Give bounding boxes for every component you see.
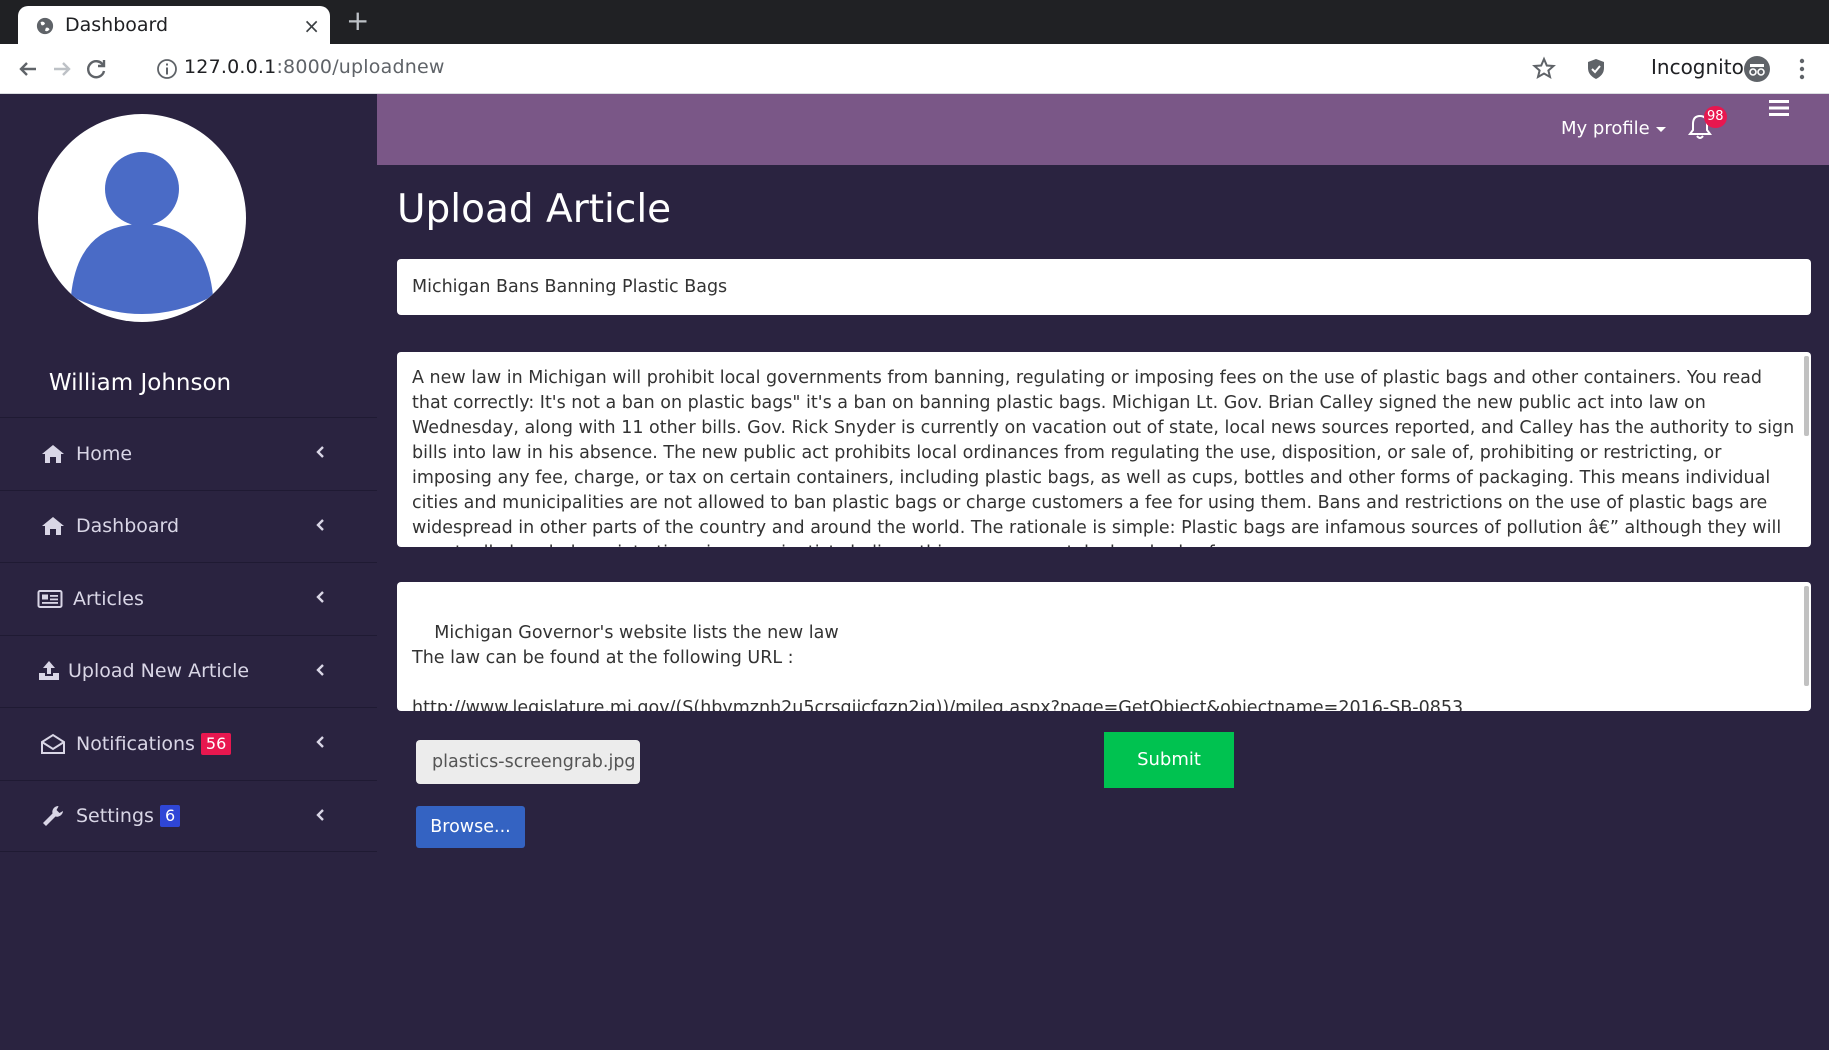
browser-tab[interactable]: Dashboard × — [18, 6, 330, 44]
sidebar-item-label: Dashboard — [76, 515, 180, 538]
reload-icon[interactable] — [82, 54, 112, 84]
chevron-left-icon — [316, 663, 324, 676]
sidebar-menu: Home Dashboard Articles Upload New Artic… — [0, 417, 377, 852]
top-navbar: My profile 98 — [377, 94, 1829, 165]
chevron-left-icon — [316, 736, 324, 748]
envelope-open-icon — [41, 733, 65, 754]
home-icon — [42, 444, 64, 463]
sidebar-item-label: Settings — [76, 804, 154, 827]
source-scrollbar[interactable] — [1804, 586, 1809, 686]
article-source-text: Michigan Governor's website lists the ne… — [412, 623, 1464, 711]
sidebar-item-label: Articles — [73, 587, 144, 610]
chevron-left-icon — [316, 446, 324, 458]
tab-close-icon[interactable]: × — [303, 14, 320, 38]
hamburger-menu-icon[interactable] — [1767, 98, 1791, 118]
browse-button[interactable]: Browse... — [416, 806, 525, 848]
article-body-text: A new law in Michigan will prohibit loca… — [412, 368, 1795, 547]
notifications-count-badge: 56 — [200, 732, 232, 755]
sidebar-item-dashboard[interactable]: Dashboard — [0, 489, 377, 563]
main-content: Upload Article A new law in Michigan wil… — [377, 165, 1829, 1050]
kebab-menu-icon[interactable] — [1787, 54, 1817, 84]
chevron-left-icon — [316, 808, 324, 821]
site-info-icon[interactable] — [156, 58, 178, 80]
username: William Johnson — [48, 370, 232, 396]
bookmark-star-icon[interactable] — [1529, 54, 1559, 84]
sidebar-item-label: Notifications — [76, 732, 195, 755]
chevron-left-icon — [316, 591, 324, 603]
sidebar-item-label: Home — [76, 442, 133, 465]
page-title: Upload Article — [397, 187, 672, 232]
chevron-left-icon — [316, 518, 324, 531]
avatar — [38, 114, 246, 322]
back-arrow-icon[interactable] — [13, 54, 43, 84]
forward-arrow-icon[interactable] — [47, 54, 77, 84]
browser-toolbar: 127.0.0.1:8000/uploadnew Incognito — [0, 44, 1829, 94]
body-scrollbar[interactable] — [1804, 356, 1809, 436]
my-profile-label: My profile — [1561, 118, 1650, 139]
settings-count-badge: 6 — [159, 804, 181, 827]
url-host: 127.0.0.1 — [184, 56, 277, 78]
selected-file-name: plastics-screengrab.jpg — [416, 740, 640, 784]
sidebar-item-articles[interactable]: Articles — [0, 562, 377, 635]
article-source-textarea[interactable]: Michigan Governor's website lists the ne… — [397, 582, 1811, 711]
url-path: :8000/uploadnew — [276, 56, 445, 78]
submit-button[interactable]: Submit — [1104, 732, 1234, 788]
sidebar-item-notifications[interactable]: Notifications 56 — [0, 707, 377, 780]
home-icon — [42, 517, 64, 536]
caret-down-icon — [1655, 126, 1666, 132]
upload-icon — [39, 661, 59, 681]
sidebar-item-home[interactable]: Home — [0, 417, 377, 490]
incognito-label: Incognito — [1651, 55, 1744, 79]
shield-extension-icon[interactable] — [1581, 54, 1611, 84]
incognito-icon[interactable] — [1742, 54, 1772, 84]
address-bar[interactable]: 127.0.0.1:8000/uploadnew — [184, 56, 445, 78]
tab-title: Dashboard — [65, 14, 169, 36]
globe-icon — [36, 17, 54, 35]
newspaper-icon — [37, 589, 63, 608]
sidebar-item-label: Upload New Article — [68, 660, 250, 683]
browser-tab-strip: Dashboard × + — [0, 0, 1829, 44]
article-body-textarea[interactable]: A new law in Michigan will prohibit loca… — [397, 352, 1811, 547]
sidebar: William Johnson Home Dashboard Articles … — [0, 94, 377, 1050]
my-profile-dropdown[interactable]: My profile — [1561, 118, 1666, 139]
notification-count-badge: 98 — [1704, 106, 1727, 128]
wrench-icon — [43, 805, 63, 826]
new-tab-button[interactable]: + — [346, 6, 369, 36]
sidebar-item-settings[interactable]: Settings 6 — [0, 779, 377, 852]
sidebar-item-upload-new-article[interactable]: Upload New Article — [0, 634, 377, 708]
user-silhouette-icon — [71, 152, 213, 314]
article-title-input[interactable] — [397, 259, 1811, 315]
